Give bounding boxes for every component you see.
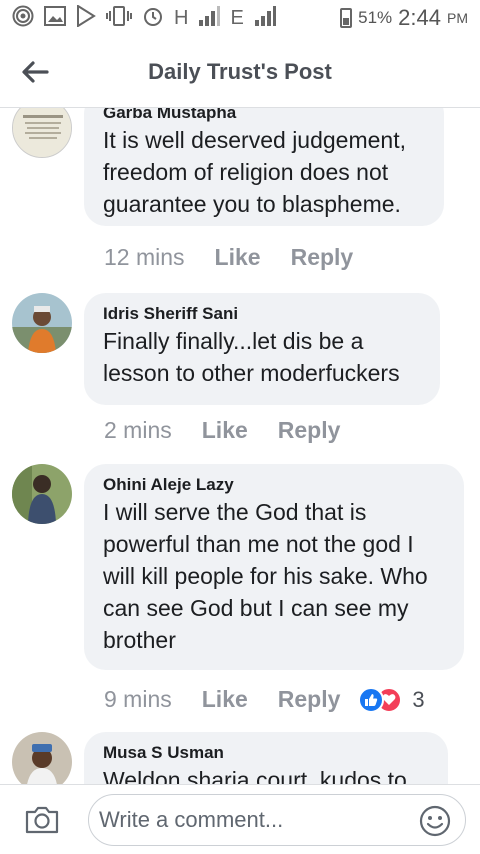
reply-button[interactable]: Reply	[278, 417, 341, 444]
app-header: Daily Trust's Post	[0, 36, 480, 108]
comment-author[interactable]: Musa S Usman	[103, 742, 428, 764]
like-button[interactable]: Like	[215, 244, 261, 271]
back-button[interactable]	[0, 36, 70, 108]
comment-line: brother	[103, 627, 176, 653]
reaction-count: 3	[412, 686, 425, 712]
camera-icon	[25, 806, 59, 833]
like-button[interactable]: Like	[202, 686, 248, 713]
comment-line: powerful than me not the god I	[103, 531, 414, 557]
page-title: Daily Trust's Post	[148, 58, 332, 84]
battery-icon	[340, 8, 353, 28]
comment-line: I will serve the God that is	[103, 499, 367, 525]
reactions-summary[interactable]: 3	[358, 686, 425, 713]
comment-line: It is well deserved judgement,	[103, 127, 406, 153]
comment-meta: 12 mins Like Reply	[104, 244, 383, 271]
comment-line: freedom of religion does not	[103, 159, 389, 185]
emoji-icon	[419, 805, 451, 837]
reply-button[interactable]: Reply	[291, 244, 354, 271]
comment-line: Weldon sharia court, kudos to	[103, 767, 407, 784]
comment-time: 12 mins	[104, 244, 185, 270]
comment-line: Finally finally...let dis be a	[103, 328, 364, 354]
status-icons-left: H E	[12, 4, 276, 31]
comment-author[interactable]: Garba Mustapha	[103, 108, 424, 124]
comment-composer: Write a comment...	[0, 784, 480, 854]
like-button[interactable]: Like	[202, 417, 248, 444]
reply-button[interactable]: Reply	[278, 686, 341, 713]
comment-author[interactable]: Ohini Aleje Lazy	[103, 474, 444, 496]
comment-line: lesson to other moderfuckers	[103, 360, 400, 386]
comment-bubble[interactable]: Musa S Usman Weldon sharia court, kudos …	[84, 732, 448, 784]
hotspot-icon	[12, 5, 34, 31]
avatar[interactable]	[12, 732, 72, 784]
avatar[interactable]	[12, 293, 72, 353]
avatar[interactable]	[12, 108, 72, 158]
comment-line: can see God but I can see my	[103, 595, 409, 621]
comment-line: will kill people for his sake. Who	[103, 563, 428, 589]
network-type-h: H	[174, 7, 189, 29]
comment-time: 2 mins	[104, 417, 172, 443]
emoji-button[interactable]	[419, 805, 451, 842]
signal-icon-2	[254, 6, 276, 30]
comment-bubble[interactable]: Idris Sheriff Sani Finally finally...let…	[84, 293, 440, 405]
comment-meta: 2 mins Like Reply	[104, 417, 370, 444]
status-bar: H E 51% 2:44 PM	[0, 0, 480, 36]
comment-bubble[interactable]: Garba Mustapha It is well deserved judge…	[84, 108, 444, 226]
comment-list[interactable]: Garba Mustapha It is well deserved judge…	[0, 108, 480, 784]
status-icons-right: 51% 2:44 PM	[340, 5, 468, 31]
alarm-icon	[142, 5, 164, 31]
comment-meta: 9 mins Like Reply 3	[104, 686, 425, 713]
comment-author[interactable]: Idris Sheriff Sani	[103, 303, 420, 325]
clock-time: 2:44	[398, 5, 441, 30]
comment-line: guarantee you to blaspheme.	[103, 191, 401, 217]
vibrate-icon	[106, 6, 132, 30]
signal-icon	[198, 6, 221, 30]
clock-ampm: PM	[447, 10, 468, 26]
image-icon	[44, 6, 66, 30]
comment-input[interactable]: Write a comment...	[88, 794, 466, 846]
comment-time: 9 mins	[104, 686, 172, 712]
play-store-icon	[76, 4, 96, 31]
back-arrow-icon	[22, 60, 49, 83]
network-type-e: E	[230, 7, 244, 29]
avatar[interactable]	[12, 464, 72, 524]
comment-bubble[interactable]: Ohini Aleje Lazy I will serve the God th…	[84, 464, 464, 670]
battery-percent: 51%	[358, 8, 393, 27]
like-reaction-icon	[358, 686, 385, 713]
camera-button[interactable]	[0, 785, 84, 854]
comment-input-placeholder: Write a comment...	[99, 807, 284, 832]
